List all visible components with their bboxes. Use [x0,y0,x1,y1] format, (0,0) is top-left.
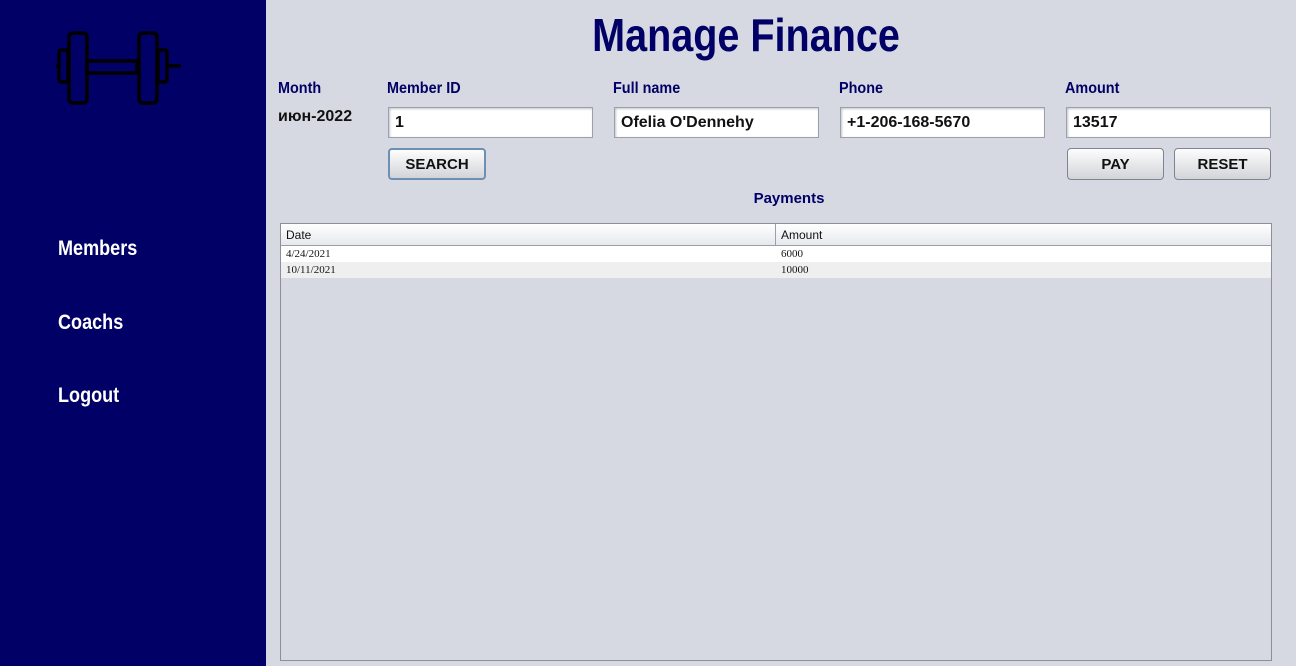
cell-date: 10/11/2021 [286,264,336,276]
sidebar-item-logout[interactable]: Logout [58,384,119,408]
search-button[interactable]: SEARCH [388,148,486,180]
sidebar-item-members[interactable]: Members [58,237,137,261]
cell-amount: 6000 [781,248,803,260]
phone-field[interactable] [840,107,1045,138]
column-header-date[interactable]: Date [281,224,776,245]
cell-amount: 10000 [781,264,809,276]
sidebar: Members Coachs Logout [0,0,266,666]
member-id-field[interactable] [388,107,593,138]
phone-label: Phone [839,80,884,97]
full-name-field[interactable] [614,107,819,138]
payments-title: Payments [753,190,825,207]
amount-label: Amount [1065,80,1120,97]
dumbbell-icon [56,31,181,105]
sidebar-item-coachs[interactable]: Coachs [58,311,123,335]
page-title: Manage Finance [592,9,900,61]
member-id-label: Member ID [387,80,461,97]
month-label: Month [278,80,322,97]
table-header: Date Amount [281,224,1271,246]
main-panel: Manage Finance Month июн-2022 Member ID … [266,0,1296,666]
reset-button[interactable]: RESET [1174,148,1271,180]
month-value: июн-2022 [278,108,353,125]
column-header-amount[interactable]: Amount [776,224,1271,245]
table-row[interactable]: 4/24/2021 6000 [281,246,1271,262]
cell-date: 4/24/2021 [286,248,331,260]
amount-field[interactable] [1066,107,1271,138]
payments-table[interactable]: Date Amount 4/24/2021 6000 10/11/2021 10… [280,223,1272,661]
full-name-label: Full name [613,80,681,97]
pay-button[interactable]: PAY [1067,148,1164,180]
table-body: 4/24/2021 6000 10/11/2021 10000 [281,246,1271,278]
table-row[interactable]: 10/11/2021 10000 [281,262,1271,278]
